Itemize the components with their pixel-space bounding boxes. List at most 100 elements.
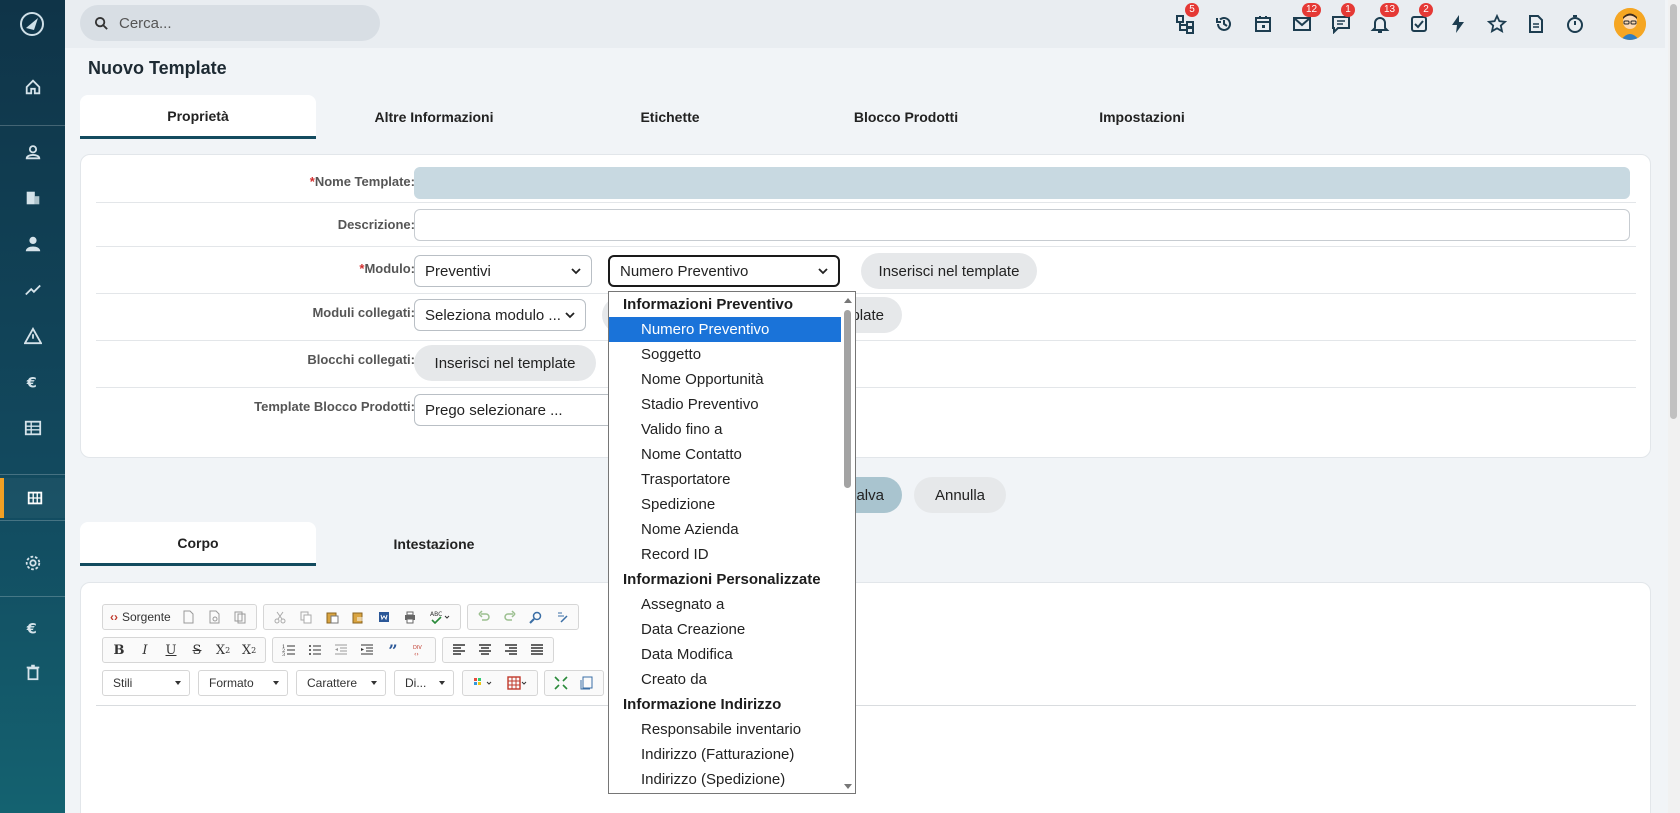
dropdown-option[interactable]: Creato da (609, 667, 855, 692)
sidebar-item-tables[interactable] (0, 408, 65, 448)
cut-button[interactable] (267, 606, 293, 628)
strikethrough-button[interactable]: S (184, 639, 210, 661)
sidebar-item-grid[interactable] (0, 478, 65, 518)
chat-button[interactable]: 1 (1321, 0, 1360, 48)
subscript-button[interactable]: X2 (210, 639, 236, 661)
div-container-button[interactable]: DIV ‹› (406, 639, 432, 661)
modulo-select[interactable]: Preventivi (414, 255, 592, 287)
sidebar-item-alerts[interactable] (0, 316, 65, 356)
blockquote-button[interactable]: ” (380, 639, 406, 661)
tab-corpo[interactable]: Corpo (80, 522, 316, 566)
scroll-up-icon[interactable] (844, 298, 852, 303)
dropdown-option[interactable]: Record ID (609, 542, 855, 567)
outdent-button[interactable] (328, 639, 354, 661)
quick-actions-button[interactable] (1438, 0, 1477, 48)
dropdown-option[interactable]: Nome Opportunità (609, 367, 855, 392)
font-size-combo[interactable]: Di... (394, 670, 454, 696)
undo-button[interactable] (471, 606, 497, 628)
tasks-button[interactable]: 2 (1399, 0, 1438, 48)
dropdown-option[interactable]: Numero Preventivo (609, 317, 841, 342)
dropdown-option[interactable]: Responsabile inventario (609, 717, 855, 742)
tab-proprieta[interactable]: Proprietà (80, 95, 316, 139)
timer-button[interactable] (1555, 0, 1594, 48)
table-button[interactable] (500, 672, 534, 694)
sidebar-item-billing[interactable]: € (0, 608, 65, 648)
paste-text-button[interactable] (345, 606, 371, 628)
hierarchy-button[interactable]: 5 (1165, 0, 1204, 48)
documents-button[interactable] (1516, 0, 1555, 48)
superscript-button[interactable]: X2 (236, 639, 262, 661)
avatar[interactable] (1614, 8, 1646, 40)
tab-blocco-prodotti[interactable]: Blocco Prodotti (788, 95, 1024, 139)
styles-combo[interactable]: Stili (102, 670, 190, 696)
dropdown-option[interactable]: Stadio Preventivo (609, 392, 855, 417)
copy-button[interactable] (293, 606, 319, 628)
calendar-button[interactable] (1243, 0, 1282, 48)
font-combo[interactable]: Carattere (296, 670, 386, 696)
source-button[interactable]: ‹› Sorgente (106, 606, 175, 628)
sidebar-item-trends[interactable] (0, 270, 65, 310)
underline-button[interactable]: U (158, 639, 184, 661)
nome-template-input[interactable] (414, 167, 1630, 199)
paste-word-button[interactable] (371, 606, 397, 628)
scroll-down-icon[interactable] (844, 784, 852, 789)
sidebar-item-home[interactable] (0, 67, 65, 107)
show-blocks-button[interactable] (574, 672, 600, 694)
replace-button[interactable] (549, 606, 575, 628)
history-button[interactable] (1204, 0, 1243, 48)
insert-linked-block-button[interactable]: Inserisci nel template (414, 345, 596, 381)
descrizione-input[interactable] (414, 209, 1630, 241)
dropdown-scrollbar[interactable] (841, 292, 855, 793)
moduli-collegati-select[interactable]: Seleziona modulo ... (414, 299, 586, 331)
align-center-button[interactable] (472, 639, 498, 661)
field-select[interactable]: Numero Preventivo (608, 255, 840, 287)
format-combo[interactable]: Formato (198, 670, 288, 696)
sidebar-item-users[interactable] (0, 132, 65, 172)
redo-button[interactable] (497, 606, 523, 628)
maximize-button[interactable] (548, 672, 574, 694)
sidebar-item-trash[interactable] (0, 652, 65, 692)
templates-button[interactable] (227, 606, 253, 628)
dropdown-option[interactable]: Città (Fatturazione) (609, 792, 855, 793)
dropdown-option[interactable]: Valido fino a (609, 417, 855, 442)
dropdown-option[interactable]: Nome Contatto (609, 442, 855, 467)
search-input[interactable] (119, 14, 359, 32)
dropdown-option[interactable]: Data Creazione (609, 617, 855, 642)
dropdown-option[interactable]: Data Modifica (609, 642, 855, 667)
tab-intestazione[interactable]: Intestazione (316, 522, 552, 566)
align-right-button[interactable] (498, 639, 524, 661)
preview-button[interactable] (201, 606, 227, 628)
print-button[interactable] (397, 606, 423, 628)
spellcheck-button[interactable]: ABC (423, 606, 457, 628)
new-page-button[interactable] (175, 606, 201, 628)
align-left-button[interactable] (446, 639, 472, 661)
dropdown-option[interactable]: Assegnato a (609, 592, 855, 617)
sidebar-item-companies[interactable] (0, 178, 65, 218)
mail-button[interactable]: 12 (1282, 0, 1322, 48)
tab-impostazioni[interactable]: Impostazioni (1024, 95, 1260, 139)
page-scrollbar[interactable] (1668, 0, 1680, 813)
dropdown-option[interactable]: Indirizzo (Fatturazione) (609, 742, 855, 767)
field-dropdown-list[interactable]: Informazioni Preventivo Numero Preventivo… (608, 291, 856, 794)
favorites-button[interactable] (1477, 0, 1516, 48)
sidebar-item-settings[interactable] (0, 543, 65, 583)
bold-button[interactable]: B (106, 639, 132, 661)
text-color-button[interactable] (466, 672, 500, 694)
tab-altre-informazioni[interactable]: Altre Informazioni (316, 95, 552, 139)
italic-button[interactable]: I (132, 639, 158, 661)
dropdown-option[interactable]: Indirizzo (Spedizione) (609, 767, 855, 792)
paste-button[interactable] (319, 606, 345, 628)
sidebar-item-finance[interactable]: € (0, 362, 65, 402)
dropdown-option[interactable]: Nome Azienda (609, 517, 855, 542)
dropdown-option[interactable]: Soggetto (609, 342, 855, 367)
numbered-list-button[interactable]: 123 (276, 639, 302, 661)
tab-etichette[interactable]: Etichette (552, 95, 788, 139)
justify-button[interactable] (524, 639, 550, 661)
dropdown-option[interactable]: Spedizione (609, 492, 855, 517)
bullet-list-button[interactable] (302, 639, 328, 661)
indent-button[interactable] (354, 639, 380, 661)
app-logo-icon[interactable] (18, 10, 46, 38)
cancel-button[interactable]: Annulla (914, 477, 1006, 513)
insert-field-button[interactable]: Inserisci nel template (861, 253, 1037, 289)
search-box[interactable] (80, 5, 380, 41)
